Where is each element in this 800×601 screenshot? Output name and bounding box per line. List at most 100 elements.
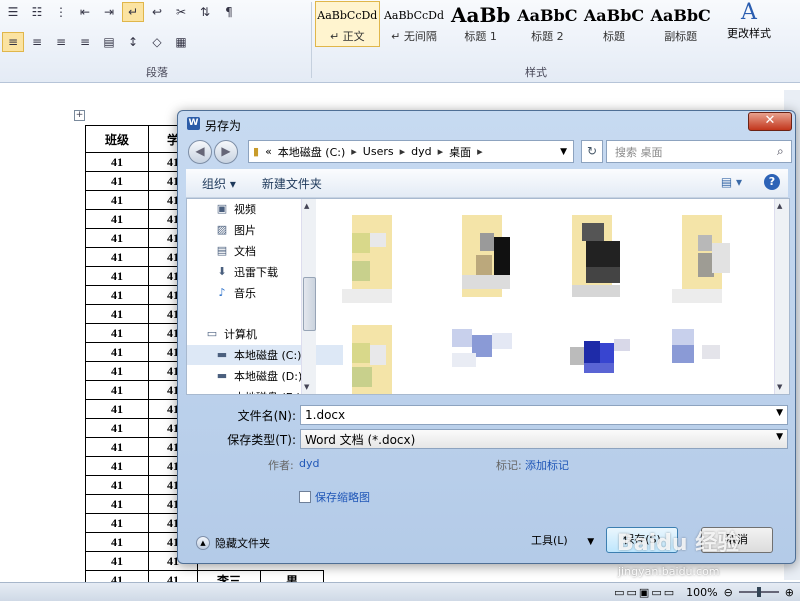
- table-cell[interactable]: 41: [85, 551, 149, 571]
- change-styles-button[interactable]: A 更改样式: [724, 0, 774, 41]
- dialog-titlebar[interactable]: W 另存为 ✕: [178, 111, 795, 137]
- table-cell[interactable]: 41: [85, 209, 149, 229]
- filename-value[interactable]: 1.docx: [305, 408, 345, 422]
- hide-folders-button[interactable]: ▲ 隐藏文件夹: [196, 535, 270, 551]
- chevron-down-icon[interactable]: ▼: [560, 147, 567, 157]
- table-header-cell[interactable]: 班级: [85, 125, 149, 153]
- nav-pane-scrollbar[interactable]: ▲ ▼: [301, 199, 316, 394]
- nav-item[interactable]: ▤ 文档: [187, 241, 343, 261]
- file-list-scrollbar[interactable]: ▲ ▼: [774, 199, 789, 394]
- chevron-down-icon[interactable]: ▼: [776, 432, 783, 442]
- style-title[interactable]: AaBbC 标题: [582, 1, 647, 47]
- nav-item[interactable]: ▬ 本地磁盘 (E:): [187, 387, 343, 395]
- zoom-slider-thumb[interactable]: [756, 587, 761, 597]
- decrease-indent-button[interactable]: ⇤: [74, 2, 96, 22]
- table-cell[interactable]: 41: [85, 399, 149, 419]
- filename-input[interactable]: 1.docx ▼: [300, 405, 788, 425]
- shading-button[interactable]: ◇: [146, 32, 168, 52]
- scroll-down-icon[interactable]: ▼: [304, 383, 309, 391]
- address-segment[interactable]: 本地磁盘 (C:): [278, 144, 345, 160]
- chevron-right-icon[interactable]: ▸: [438, 145, 444, 158]
- search-icon[interactable]: ⌕: [777, 144, 791, 159]
- table-cell[interactable]: 41: [85, 437, 149, 457]
- table-cell[interactable]: 41: [85, 171, 149, 191]
- search-placeholder[interactable]: 搜索 桌面: [615, 144, 777, 160]
- nav-item[interactable]: ▬ 本地磁盘 (C:): [187, 345, 343, 365]
- table-cell[interactable]: 41: [85, 494, 149, 514]
- close-button[interactable]: ✕: [748, 112, 792, 131]
- help-icon[interactable]: ?: [764, 174, 780, 190]
- table-cell[interactable]: 41: [85, 285, 149, 305]
- ltr-button[interactable]: ↵: [122, 2, 144, 22]
- style-heading-2[interactable]: AaBbC 标题 2: [515, 1, 580, 47]
- filetype-value[interactable]: Word 文档 (*.docx): [305, 431, 415, 448]
- line-spacing-button[interactable]: ↕: [122, 32, 144, 52]
- table-move-handle-icon[interactable]: +: [74, 110, 85, 121]
- increase-indent-button[interactable]: ⇥: [98, 2, 120, 22]
- view-options-icon[interactable]: ▤ ▾: [721, 175, 742, 189]
- style-normal[interactable]: AaBbCcDd ↵ 正文: [315, 1, 380, 47]
- thumbnail-option[interactable]: 保存缩略图: [299, 489, 370, 505]
- rtl-button[interactable]: ↩: [146, 2, 168, 22]
- folder-thumbnail[interactable]: [342, 323, 422, 394]
- align-right-button[interactable]: ≡: [50, 32, 72, 52]
- chevron-right-icon[interactable]: ▸: [400, 145, 406, 158]
- chevron-right-icon[interactable]: ▸: [477, 145, 483, 158]
- multilevel-list-button[interactable]: ⋮: [50, 2, 72, 22]
- table-cell[interactable]: 41: [85, 342, 149, 362]
- table-cell[interactable]: 41: [85, 361, 149, 381]
- zoom-in-icon[interactable]: ⊕: [785, 586, 794, 599]
- address-segment[interactable]: 桌面: [449, 144, 471, 160]
- numbering-button[interactable]: ☷: [26, 2, 48, 22]
- organize-menu[interactable]: 组织 ▾: [202, 175, 236, 192]
- image-thumbnail[interactable]: [672, 323, 752, 394]
- nav-item[interactable]: ⬇ 迅雷下载: [187, 262, 343, 282]
- new-folder-button[interactable]: 新建文件夹: [262, 175, 322, 192]
- folder-thumbnail[interactable]: [342, 213, 422, 303]
- chevron-right-icon[interactable]: ▸: [351, 145, 357, 158]
- back-icon[interactable]: ◀: [188, 140, 212, 164]
- scroll-down-icon[interactable]: ▼: [777, 383, 782, 391]
- asian-layout-button[interactable]: ✂: [170, 2, 192, 22]
- save-thumbnail-label[interactable]: 保存缩略图: [315, 489, 370, 505]
- chevron-down-icon[interactable]: ▼: [776, 408, 783, 418]
- filetype-select[interactable]: Word 文档 (*.docx) ▼: [300, 429, 788, 449]
- style-subtitle[interactable]: AaBbC 副标题: [648, 1, 713, 47]
- align-left-button[interactable]: ≡: [2, 32, 24, 52]
- table-cell[interactable]: 41: [85, 304, 149, 324]
- table-cell[interactable]: 41: [85, 266, 149, 286]
- zoom-out-icon[interactable]: ⊖: [724, 586, 733, 599]
- table-cell[interactable]: 41: [85, 475, 149, 495]
- tags-value[interactable]: 添加标记: [525, 457, 569, 473]
- table-cell[interactable]: 41: [85, 380, 149, 400]
- nav-item[interactable]: ▬ 本地磁盘 (D:): [187, 366, 343, 386]
- justify-button[interactable]: ≡: [74, 32, 96, 52]
- address-bar[interactable]: ▮ « 本地磁盘 (C:) ▸ Users ▸ dyd ▸ 桌面 ▸ ▼: [248, 140, 574, 163]
- align-center-button[interactable]: ≡: [26, 32, 48, 52]
- table-cell[interactable]: 41: [85, 247, 149, 267]
- table-cell[interactable]: 41: [85, 513, 149, 533]
- sort-button[interactable]: ⇅: [194, 2, 216, 22]
- forward-icon[interactable]: ▶: [214, 140, 238, 164]
- folder-thumbnail[interactable]: [452, 213, 532, 303]
- table-cell[interactable]: 41: [85, 190, 149, 210]
- image-thumbnail[interactable]: [452, 323, 532, 394]
- view-buttons[interactable]: ▭▭▣▭▭: [614, 586, 676, 599]
- distributed-button[interactable]: ▤: [98, 32, 120, 52]
- table-cell[interactable]: 41: [85, 532, 149, 552]
- search-box[interactable]: 搜索 桌面 ⌕: [606, 140, 792, 163]
- folder-thumbnail[interactable]: [562, 213, 642, 303]
- tools-menu[interactable]: 工具(L) ▼: [531, 532, 594, 548]
- scroll-up-icon[interactable]: ▲: [777, 202, 782, 210]
- zoom-level[interactable]: 100%: [686, 586, 717, 599]
- style-no-spacing[interactable]: AaBbCcDd ↵ 无间隔: [382, 1, 447, 47]
- style-heading-1[interactable]: AaBb 标题 1: [448, 1, 513, 47]
- table-cell[interactable]: 41: [85, 323, 149, 343]
- address-segment[interactable]: Users: [363, 145, 394, 158]
- zoom-slider[interactable]: [738, 587, 779, 597]
- nav-item[interactable]: ▨ 图片: [187, 220, 343, 240]
- nav-item[interactable]: ▣ 视频: [187, 199, 343, 219]
- folder-thumbnail[interactable]: [672, 213, 752, 303]
- show-marks-button[interactable]: ¶: [218, 2, 240, 22]
- save-thumbnail-checkbox[interactable]: [299, 491, 311, 503]
